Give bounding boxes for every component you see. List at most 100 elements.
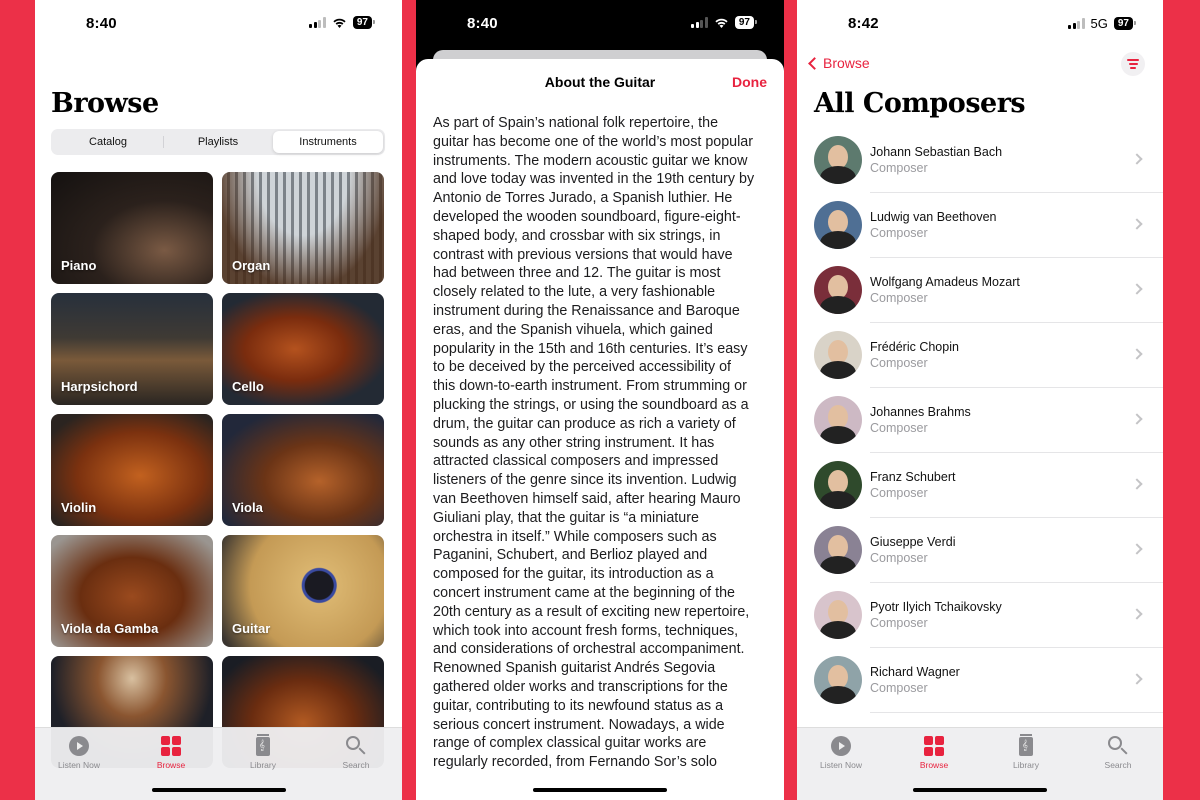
segment-instruments[interactable]: Instruments xyxy=(273,131,383,153)
play-circle-icon xyxy=(831,736,851,756)
instrument-tile-viola-da-gamba[interactable]: Viola da Gamba xyxy=(51,535,213,647)
tab-label: Library xyxy=(250,760,276,770)
text-line: and considerations of orchestral accompa… xyxy=(433,641,745,658)
avatar xyxy=(814,396,862,444)
text-line: sounds as any other string instrument. I… xyxy=(433,434,715,451)
text-line: serious concert instrument. Nowadays, a … xyxy=(433,716,725,733)
tab-listen-now[interactable]: Listen Now xyxy=(44,735,114,770)
instrument-tile-organ[interactable]: Organ xyxy=(222,172,384,284)
text-line: guitar has become one of the world’s mos… xyxy=(433,133,754,150)
composer-role: Composer xyxy=(870,226,928,240)
tile-label: Harpsichord xyxy=(61,379,138,394)
tab-label: Search xyxy=(1104,760,1132,770)
tab-library[interactable]: Library xyxy=(991,734,1061,770)
instrument-tile-violin[interactable]: Violin xyxy=(51,414,213,526)
text-line: range of complex classical guitar works … xyxy=(433,735,707,752)
text-line: instruments. The modern acoustic guitar … xyxy=(433,152,748,169)
text-line: gathered older works and transcriptions … xyxy=(433,678,728,695)
tab-browse[interactable]: Browse xyxy=(899,735,969,770)
battery-indicator: 97 xyxy=(1113,17,1137,30)
instrument-grid: Piano Organ Harpsichord Cello Violin Vio… xyxy=(51,172,385,768)
text-line: eras, and the Spanish vihuela, which gai… xyxy=(433,321,713,338)
home-indicator xyxy=(913,788,1047,792)
browse-screen: 8:40 97 Browse Catalog Playlists Instrum… xyxy=(35,0,402,800)
text-line: popularity in the 15th and 16th centurie… xyxy=(433,340,748,357)
composer-row[interactable]: Wolfgang Amadeus Mozart Composer xyxy=(797,258,1163,323)
tile-label: Violin xyxy=(61,500,97,515)
instrument-tile-cello[interactable]: Cello xyxy=(222,293,384,405)
tile-label: Viola xyxy=(232,500,263,515)
composer-row[interactable]: Giuseppe Verdi Composer xyxy=(797,518,1163,583)
composer-role: Composer xyxy=(870,356,928,370)
instrument-tile-harpsichord[interactable]: Harpsichord xyxy=(51,293,213,405)
cell-signal-icon xyxy=(691,17,708,28)
search-icon xyxy=(346,736,360,750)
tab-listen-now[interactable]: Listen Now xyxy=(806,735,876,770)
text-line: developed the wooden soundboard, figure-… xyxy=(433,208,741,225)
text-line: Antonio de Torres Jurado, a Spanish luth… xyxy=(433,190,733,207)
avatar xyxy=(814,526,862,574)
text-line: regularly recorded, from Fernando Sor’s … xyxy=(433,754,717,771)
text-line: which took into account fresh forms, tec… xyxy=(433,622,739,639)
text-line: listeners of the genre since its inventi… xyxy=(433,472,737,489)
tab-library[interactable]: Library xyxy=(228,734,298,770)
composer-row[interactable]: Frédéric Chopin Composer xyxy=(797,323,1163,388)
status-bar: 8:40 97 xyxy=(35,0,402,48)
tile-label: Organ xyxy=(232,258,271,273)
tile-label: Piano xyxy=(61,258,97,273)
instrument-tile-piano[interactable]: Piano xyxy=(51,172,213,284)
page-title: All Composers xyxy=(814,88,1026,119)
play-circle-icon xyxy=(69,736,89,756)
status-time: 8:40 xyxy=(467,15,498,32)
text-line: attracted classical composers and impres… xyxy=(433,453,719,470)
text-line: this down-to-earth instrument. From stru… xyxy=(433,378,747,395)
text-line: 20th century as a result of exciting new… xyxy=(433,603,750,620)
back-label: Browse xyxy=(823,55,870,71)
composer-row[interactable]: Ludwig van Beethoven Composer xyxy=(797,193,1163,258)
composer-row[interactable]: Johannes Brahms Composer xyxy=(797,388,1163,453)
segment-catalog[interactable]: Catalog xyxy=(53,131,163,153)
text-line: van Beethoven himself said, after hearin… xyxy=(433,490,741,507)
tab-label: Listen Now xyxy=(819,760,863,770)
filter-icon xyxy=(1127,59,1139,61)
composer-role: Composer xyxy=(870,486,928,500)
segmented-control: Catalog Playlists Instruments xyxy=(51,129,385,155)
library-icon xyxy=(256,734,270,756)
status-bar: 8:40 97 xyxy=(416,0,784,48)
search-icon xyxy=(1108,736,1122,750)
cell-signal-icon xyxy=(1068,18,1085,29)
status-time: 8:40 xyxy=(86,15,117,32)
about-guitar-screen: 8:40 97 About the Guitar Done As part of… xyxy=(416,0,784,800)
text-line: plucking the strings, or using the sound… xyxy=(433,396,749,413)
modal-sheet: About the Guitar Done As part of Spain’s… xyxy=(416,59,784,800)
done-button[interactable]: Done xyxy=(732,74,767,90)
composer-row[interactable]: Johann Sebastian Bach Composer xyxy=(797,128,1163,193)
home-indicator xyxy=(151,788,286,792)
text-line: As part of Spain’s national folk reperto… xyxy=(433,115,719,131)
avatar xyxy=(814,461,862,509)
tab-search[interactable]: Search xyxy=(321,735,391,770)
composer-row[interactable]: Franz Schubert Composer xyxy=(797,453,1163,518)
filter-button[interactable] xyxy=(1121,52,1145,76)
tab-label: Search xyxy=(342,760,370,770)
text-line: guitar, contributing to its newfound sta… xyxy=(433,697,724,714)
status-time: 8:42 xyxy=(848,15,879,32)
segment-playlists[interactable]: Playlists xyxy=(163,131,273,153)
tab-search[interactable]: Search xyxy=(1083,735,1153,770)
instrument-tile-viola[interactable]: Viola xyxy=(222,414,384,526)
composer-name: Franz Schubert xyxy=(870,470,956,484)
composer-row[interactable]: Richard Wagner Composer xyxy=(797,648,1163,713)
wifi-icon xyxy=(333,18,346,28)
composer-name: Pyotr Ilyich Tchaikovsky xyxy=(870,600,1002,614)
text-line: Giuliani play, that the guitar is “a min… xyxy=(433,509,699,526)
tab-browse[interactable]: Browse xyxy=(136,735,206,770)
composer-name: Richard Wagner xyxy=(870,665,960,679)
composer-row[interactable]: Pyotr Ilyich Tchaikovsky Composer xyxy=(797,583,1163,648)
avatar xyxy=(814,656,862,704)
instrument-tile-guitar[interactable]: Guitar xyxy=(222,535,384,647)
chevron-right-icon xyxy=(1131,153,1143,165)
page-title: Browse xyxy=(51,88,159,119)
back-button[interactable]: Browse xyxy=(807,55,870,71)
tab-label: Browse xyxy=(156,760,186,770)
composer-list: Johann Sebastian Bach Composer Ludwig van … xyxy=(797,128,1163,713)
